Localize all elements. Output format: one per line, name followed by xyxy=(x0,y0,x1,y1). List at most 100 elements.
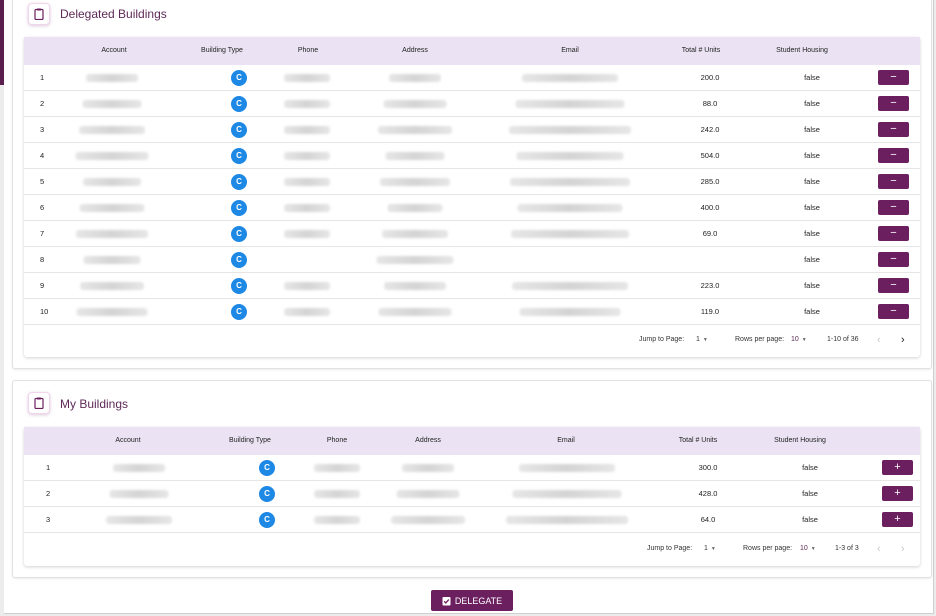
account-redacted[interactable] xyxy=(75,152,149,160)
address-redacted xyxy=(378,308,452,316)
chevron-left-icon[interactable]: ‹ xyxy=(877,534,881,564)
page: Delegated Buildings Account Building Typ… xyxy=(4,0,934,614)
phone-redacted xyxy=(284,100,330,108)
table-row: 1 C 300.0 false + xyxy=(24,455,920,481)
total-units: 428.0 xyxy=(698,489,718,498)
row-number: 1 xyxy=(40,73,45,82)
row-number: 6 xyxy=(40,203,45,212)
col-student-housing[interactable]: Student Housing xyxy=(776,37,828,65)
account-redacted[interactable] xyxy=(109,490,169,498)
email-redacted xyxy=(519,308,621,316)
account-redacted[interactable] xyxy=(76,230,148,238)
rows-value: 10 xyxy=(800,545,808,552)
caret-down-icon: ▼ xyxy=(710,546,716,552)
row-number: 10 xyxy=(40,307,49,316)
rows-value: 10 xyxy=(791,336,799,343)
jump-select[interactable]: 1 ▼ xyxy=(696,325,708,355)
section-title: Delegated Buildings xyxy=(60,7,167,21)
col-building-type[interactable]: Building Type xyxy=(229,427,271,455)
email-redacted xyxy=(510,178,630,186)
col-student-housing[interactable]: Student Housing xyxy=(774,427,826,455)
total-units: 285.0 xyxy=(700,177,720,186)
building-type-badge: C xyxy=(231,252,247,268)
rows-select[interactable]: 10 ▼ xyxy=(800,534,816,564)
phone-redacted xyxy=(284,204,330,212)
phone-redacted xyxy=(314,464,360,472)
table-row: 1 C 200.0 false − xyxy=(24,65,920,91)
remove-row-button[interactable]: − xyxy=(878,226,909,241)
account-redacted[interactable] xyxy=(80,282,144,290)
row-number: 3 xyxy=(46,515,51,524)
remove-row-button[interactable]: − xyxy=(878,70,909,85)
remove-row-button[interactable]: − xyxy=(878,96,909,111)
account-redacted[interactable] xyxy=(83,256,141,264)
add-row-button[interactable]: + xyxy=(882,486,913,501)
chevron-right-icon[interactable]: › xyxy=(901,325,905,355)
col-units[interactable]: Total # Units xyxy=(682,37,721,65)
col-address[interactable]: Address xyxy=(415,427,441,455)
col-building-type[interactable]: Building Type xyxy=(201,37,243,65)
building-type-badge: C xyxy=(259,486,275,502)
col-email[interactable]: Email xyxy=(557,427,575,455)
delegated-table: Account Building Type Phone Address Emai… xyxy=(24,37,920,357)
col-units[interactable]: Total # Units xyxy=(679,427,718,455)
pagination: Jump to Page: 1 ▼ Rows per page: 10 ▼ 1-10… xyxy=(24,325,920,355)
table-header: Account Building Type Phone Address Emai… xyxy=(24,37,920,65)
phone-redacted xyxy=(284,178,330,186)
add-row-button[interactable]: + xyxy=(882,460,913,475)
delegate-label: DELEGATE xyxy=(454,595,503,606)
total-units: 88.0 xyxy=(702,99,718,108)
address-redacted xyxy=(376,256,454,264)
remove-row-button[interactable]: − xyxy=(878,304,909,319)
col-phone[interactable]: Phone xyxy=(298,37,318,65)
table-header: Account Building Type Phone Address Emai… xyxy=(24,427,920,455)
col-account[interactable]: Account xyxy=(115,427,140,455)
student-housing-value: false xyxy=(804,125,820,134)
address-redacted xyxy=(387,204,443,212)
total-units: 69.0 xyxy=(702,229,718,238)
remove-row-button[interactable]: − xyxy=(878,252,909,267)
col-phone[interactable]: Phone xyxy=(327,427,347,455)
jump-label: Jump to Page: xyxy=(639,336,685,343)
table-row: 6 C 400.0 false − xyxy=(24,195,920,221)
remove-row-button[interactable]: − xyxy=(878,122,909,137)
row-number: 2 xyxy=(40,99,45,108)
account-redacted[interactable] xyxy=(113,464,165,472)
total-units: 400.0 xyxy=(700,203,720,212)
account-redacted[interactable] xyxy=(82,100,142,108)
col-address[interactable]: Address xyxy=(402,37,428,65)
row-number: 8 xyxy=(40,255,45,264)
remove-row-button[interactable]: − xyxy=(878,174,909,189)
rows-select[interactable]: 10 ▼ xyxy=(791,325,807,355)
col-email[interactable]: Email xyxy=(561,37,579,65)
row-number: 2 xyxy=(46,489,51,498)
email-redacted xyxy=(517,204,623,212)
account-redacted[interactable] xyxy=(76,308,148,316)
section-title: My Buildings xyxy=(60,397,129,411)
col-account[interactable]: Account xyxy=(101,37,126,65)
remove-row-button[interactable]: − xyxy=(878,148,909,163)
account-redacted[interactable] xyxy=(86,74,138,82)
total-units: 504.0 xyxy=(700,151,720,160)
total-units: 119.0 xyxy=(700,307,720,316)
building-type-badge: C xyxy=(231,304,247,320)
address-redacted xyxy=(385,152,445,160)
address-redacted xyxy=(402,464,454,472)
account-redacted[interactable] xyxy=(83,178,141,186)
remove-row-button[interactable]: − xyxy=(878,278,909,293)
jump-select[interactable]: 1 ▼ xyxy=(704,534,716,564)
email-redacted xyxy=(519,464,615,472)
email-redacted xyxy=(516,152,624,160)
remove-row-button[interactable]: − xyxy=(878,200,909,215)
add-row-button[interactable]: + xyxy=(882,512,913,527)
delegate-button[interactable]: DELEGATE xyxy=(431,590,513,611)
row-number: 9 xyxy=(40,281,45,290)
email-redacted xyxy=(512,282,628,290)
chevron-right-icon[interactable]: › xyxy=(901,534,905,564)
address-redacted xyxy=(391,516,465,524)
student-housing-value: false xyxy=(804,73,820,82)
chevron-left-icon[interactable]: ‹ xyxy=(877,325,881,355)
account-redacted[interactable] xyxy=(79,204,145,212)
account-redacted[interactable] xyxy=(79,126,145,134)
account-redacted[interactable] xyxy=(106,516,172,524)
